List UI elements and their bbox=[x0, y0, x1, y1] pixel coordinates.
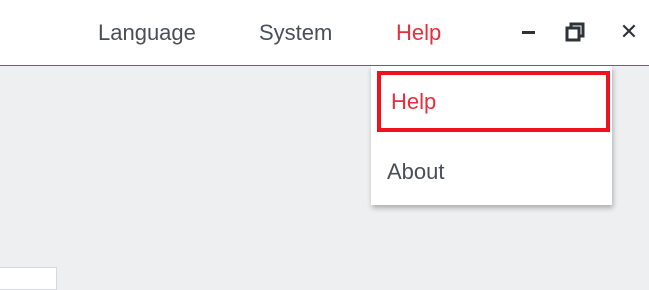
menu-item-about[interactable]: About bbox=[371, 141, 612, 203]
minimize-button[interactable] bbox=[514, 18, 542, 46]
close-icon: ✕ bbox=[619, 19, 639, 44]
help-dropdown-menu: Help About bbox=[371, 66, 612, 205]
close-button[interactable]: ✕ bbox=[615, 18, 643, 46]
menu-item-help[interactable]: Help bbox=[377, 71, 610, 132]
restore-button[interactable] bbox=[561, 18, 589, 46]
menu-language[interactable]: Language bbox=[98, 20, 196, 46]
minimize-icon bbox=[521, 30, 535, 34]
menu-help[interactable]: Help bbox=[396, 20, 441, 46]
title-bar: Language System Help ✕ bbox=[0, 0, 649, 66]
side-panel bbox=[0, 267, 57, 290]
menu-system[interactable]: System bbox=[259, 20, 332, 46]
restore-icon bbox=[565, 22, 585, 42]
